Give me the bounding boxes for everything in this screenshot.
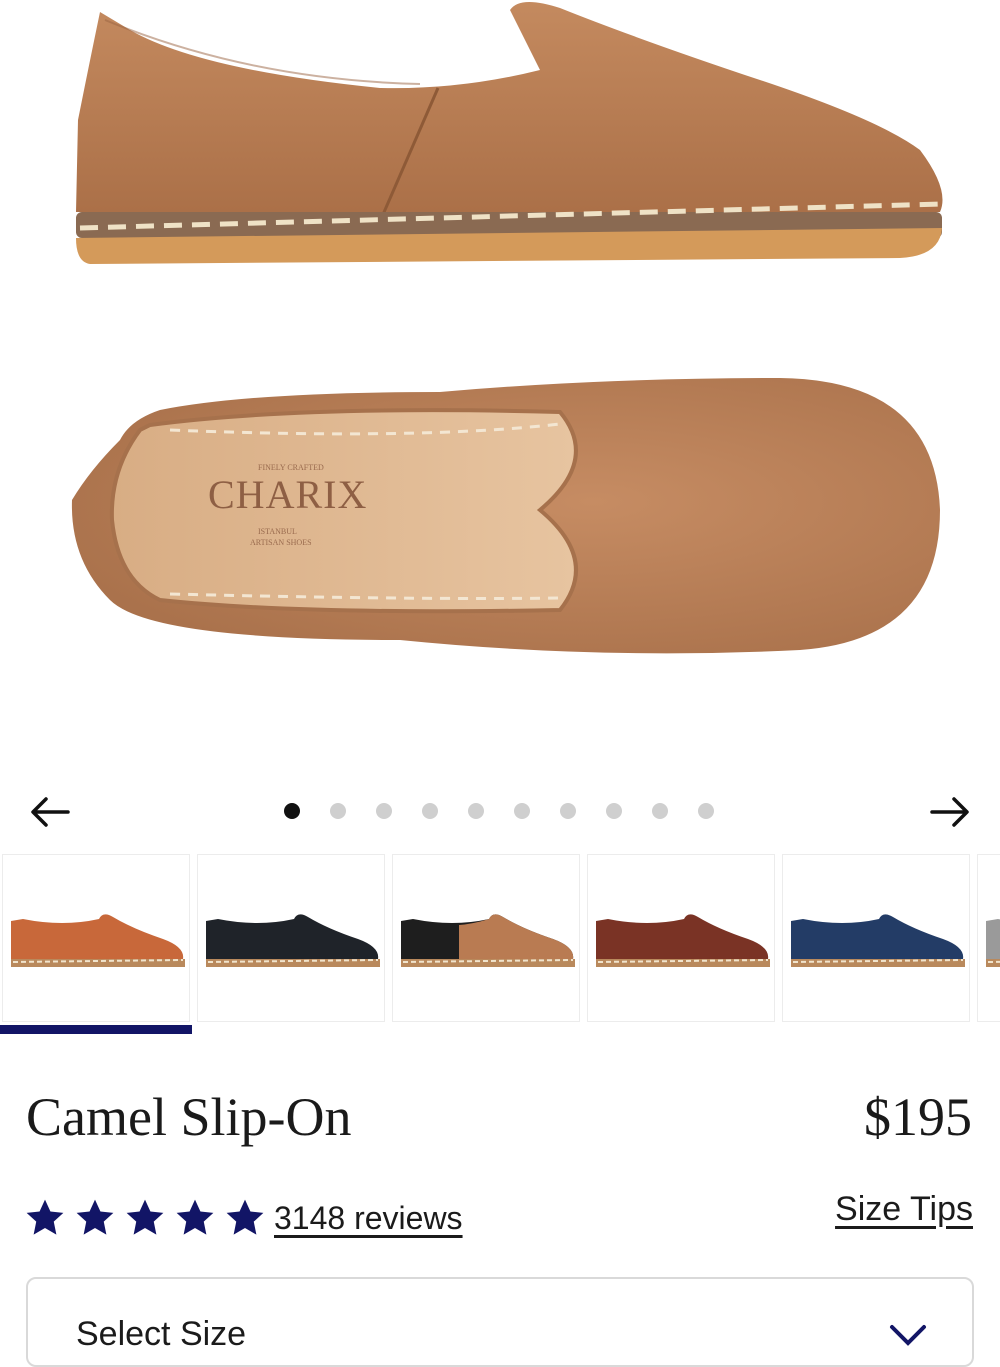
carousel-dot[interactable] [284, 803, 300, 819]
svg-text:ISTANBUL: ISTANBUL [258, 527, 297, 536]
reviews-link[interactable]: 3148 reviews [274, 1200, 463, 1237]
shoe-thumbnail-icon [11, 914, 185, 967]
shoe-thumbnail-icon [206, 914, 380, 967]
color-thumbnail-tan-shoe[interactable] [2, 854, 190, 1022]
carousel-dot[interactable] [514, 803, 530, 819]
brand-logo-text: CHARIX [208, 472, 367, 517]
star-icon [26, 1199, 64, 1235]
color-thumbnail-burgundy-shoe[interactable] [587, 854, 775, 1022]
svg-text:ARTISAN SHOES: ARTISAN SHOES [250, 538, 312, 547]
carousel-dot[interactable] [606, 803, 622, 819]
carousel-dot[interactable] [560, 803, 576, 819]
color-thumbnail-black-camel-shoe[interactable] [392, 854, 580, 1022]
next-image-button[interactable] [926, 788, 974, 836]
star-icon [176, 1199, 214, 1235]
rating-stars [24, 1197, 266, 1239]
carousel-dot[interactable] [468, 803, 484, 819]
product-hero-image: CHARIX FINELY CRAFTED ISTANBUL ARTISAN S… [0, 0, 1000, 760]
size-select-label: Select Size [76, 1315, 247, 1353]
product-title: Camel Slip-On [26, 1087, 352, 1147]
size-tips-link[interactable]: Size Tips [835, 1190, 973, 1229]
camel-shoe-illustration: CHARIX FINELY CRAFTED ISTANBUL ARTISAN S… [71, 1, 943, 654]
carousel-dot[interactable] [422, 803, 438, 819]
size-select[interactable]: Select Size [26, 1277, 974, 1367]
carousel-dot[interactable] [376, 803, 392, 819]
shoe-thumbnail-icon [596, 914, 770, 967]
previous-image-button[interactable] [26, 788, 74, 836]
carousel-dot[interactable] [698, 803, 714, 819]
carousel-pagination [284, 803, 714, 819]
carousel-dot[interactable] [330, 803, 346, 819]
active-thumbnail-indicator [0, 1025, 192, 1034]
shoe-thumbnail-icon [791, 914, 965, 967]
chevron-down-icon [890, 1325, 926, 1346]
star-icon [76, 1199, 114, 1235]
color-thumbnail-black-shoe[interactable] [197, 854, 385, 1022]
star-icon [226, 1199, 264, 1235]
star-icon [126, 1199, 164, 1235]
color-thumbnail-strip [0, 854, 1000, 1026]
shoe-thumbnail-icon [401, 914, 575, 967]
carousel-dot[interactable] [652, 803, 668, 819]
svg-text:FINELY CRAFTED: FINELY CRAFTED [258, 463, 324, 472]
shoe-thumbnail-icon [986, 919, 1000, 967]
arrow-left-icon [31, 797, 70, 827]
color-thumbnail-navy-shoe[interactable] [782, 854, 970, 1022]
color-thumbnail-grey-shoe[interactable] [977, 854, 1000, 1022]
product-price: $195 [864, 1087, 972, 1147]
arrow-right-icon [930, 797, 969, 827]
